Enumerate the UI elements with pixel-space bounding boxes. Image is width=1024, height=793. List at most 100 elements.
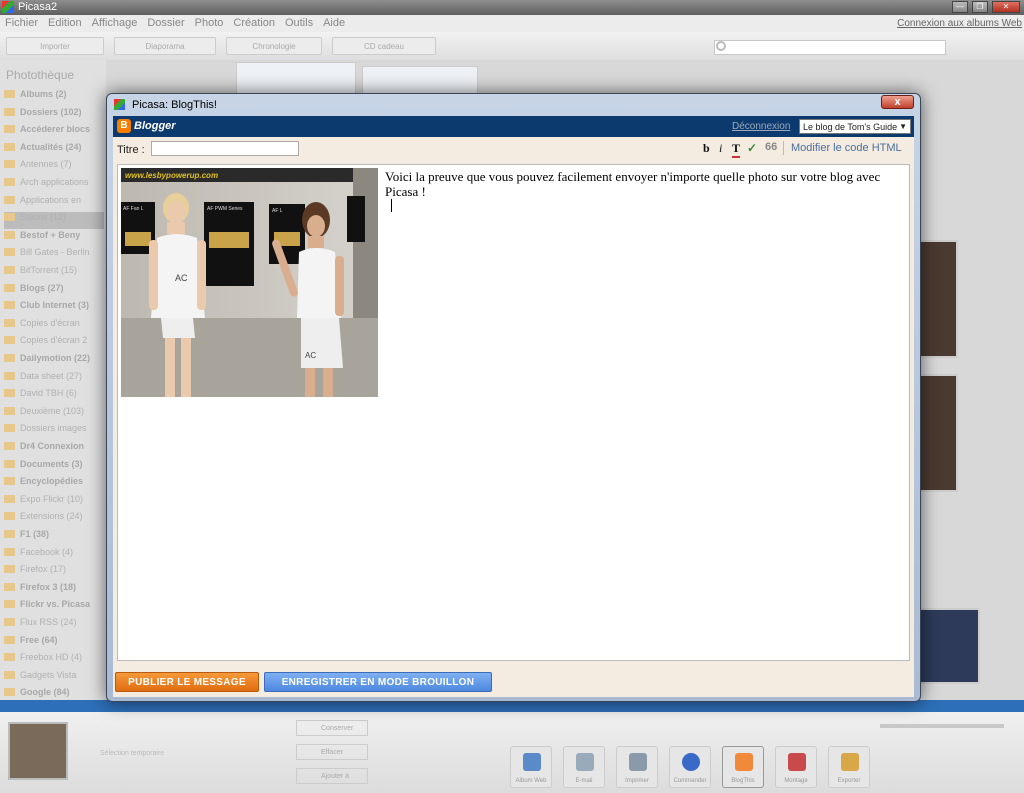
menu-aide[interactable]: Aide (318, 15, 350, 29)
inserted-photo[interactable]: AF Fan L AF PWM Series AF L AC AC www.le… (121, 168, 378, 397)
export-button[interactable]: Exporter (828, 746, 870, 788)
text-color-icon[interactable]: T (732, 141, 741, 158)
menu-edition[interactable]: Edition (43, 15, 87, 29)
maximize-icon[interactable]: ❐ (972, 1, 988, 13)
sidebar-folder-item[interactable]: Actualités (24) (4, 142, 104, 159)
timeline-button[interactable]: Chronologie (226, 37, 322, 55)
sidebar-folder-label: Expo Flickr (10) (20, 493, 84, 504)
sidebar-folder-item[interactable]: Bill Gates - Berlin (4, 247, 104, 264)
folder-icon (4, 195, 15, 204)
folder-icon (4, 688, 15, 697)
post-body-text[interactable]: Voici la preuve que vous pouvez facileme… (385, 169, 905, 199)
blog-select[interactable]: Le blog de Tom's Guide ▼ (799, 119, 911, 134)
print-button[interactable]: Imprimer (616, 746, 658, 788)
spellcheck-icon[interactable]: ✓ (747, 141, 757, 155)
sidebar-folder-item[interactable]: Freebox HD (4) (4, 652, 104, 669)
save-draft-button[interactable]: ENREGISTRER EN MODE BROUILLON (264, 672, 492, 692)
publish-button[interactable]: PUBLIER LE MESSAGE (115, 672, 259, 692)
sidebar-folder-item[interactable]: Club Internet (3) (4, 300, 104, 317)
sidebar-folder-item[interactable]: Dossiers (102) (4, 107, 104, 124)
menu-fichier[interactable]: Fichier (0, 15, 43, 29)
photo-sign: AF PWM Series (207, 206, 243, 212)
sidebar-folder-item[interactable]: Dr4 Connexion (4, 441, 104, 458)
sidebar-folder-item[interactable]: Expo Flickr (10) (4, 494, 104, 511)
sidebar-folder-item[interactable]: BitTorrent (15) (4, 265, 104, 282)
blogger-header: B Blogger Déconnexion Le blog de Tom's G… (113, 116, 914, 137)
title-label: Titre : (117, 144, 145, 156)
photo-image: AF Fan L AF PWM Series AF L AC AC www.le… (121, 168, 378, 397)
sidebar-folder-item[interactable]: Firefox (17) (4, 564, 104, 581)
email-button[interactable]: E-mail (563, 746, 605, 788)
tray-thumbnail[interactable] (8, 722, 68, 780)
sidebar-folder-item[interactable]: Encyclopédies (4, 476, 104, 493)
sidebar-folder-item[interactable]: Extensions (24) (4, 511, 104, 528)
sidebar-folder-item[interactable]: Arch applications (4, 177, 104, 194)
sidebar-folder-item[interactable]: Free (64) (4, 635, 104, 652)
keep-button[interactable]: Conserver (296, 720, 368, 736)
clear-button[interactable]: Effacer (296, 744, 368, 760)
search-input[interactable] (714, 40, 946, 55)
post-editor[interactable]: AF Fan L AF PWM Series AF L AC AC www.le… (117, 164, 910, 661)
logout-link[interactable]: Déconnexion (732, 121, 790, 132)
bold-icon[interactable]: b (703, 141, 710, 156)
edit-html-link[interactable]: Modifier le code HTML (791, 142, 902, 154)
minimize-icon[interactable]: — (952, 1, 968, 13)
sidebar-folder-label: Facebook (4) (20, 546, 74, 557)
sidebar-folder-item[interactable]: Salons (12) (4, 212, 104, 230)
sidebar-folder-item[interactable]: Albums (2) (4, 89, 104, 106)
menu-outils[interactable]: Outils (280, 15, 318, 29)
sidebar-folder-item[interactable]: Copies d'écran 2 (4, 335, 104, 352)
zoom-slider[interactable] (880, 724, 1004, 728)
folder-icon (4, 653, 15, 662)
folder-icon (4, 336, 15, 345)
sidebar-folder-item[interactable]: Accéderer blocs (4, 124, 104, 141)
menu-photo[interactable]: Photo (190, 15, 229, 29)
folder-icon (4, 125, 15, 134)
sidebar-folder-label: Antennes (7) (20, 159, 72, 170)
app-title: Picasa2 (18, 1, 58, 13)
blogthis-button[interactable]: BlogThis (722, 746, 764, 788)
sidebar-folder-item[interactable]: Blogs (27) (4, 283, 104, 300)
close-icon[interactable]: ✕ (992, 1, 1020, 13)
sidebar-folder-item[interactable]: Flux RSS (24) (4, 617, 104, 634)
sidebar-folder-item[interactable]: David TBH (6) (4, 388, 104, 405)
italic-icon[interactable]: i (719, 141, 722, 156)
sidebar-folder-item[interactable]: Firefox 3 (18) (4, 582, 104, 599)
tray-selection-label: Sélection temporaire (100, 750, 165, 757)
sidebar-folder-label: Accéderer blocs (20, 124, 91, 135)
sidebar-folder-item[interactable]: Google (84) (4, 687, 104, 700)
sidebar-folder-item[interactable]: Dailymotion (22) (4, 353, 104, 370)
blockquote-icon[interactable]: 66 (765, 141, 777, 153)
menu-affichage[interactable]: Affichage (87, 15, 143, 29)
dialog-close-button[interactable]: x (881, 95, 914, 109)
sidebar-folder-item[interactable]: Dossiers images (4, 423, 104, 440)
sidebar-folder-label: Bestof + Beny (20, 229, 81, 240)
gift-cd-button[interactable]: CD cadeau (332, 37, 436, 55)
sidebar-folder-item[interactable]: Copies d'écran (4, 318, 104, 335)
sidebar-folder-item[interactable]: Antennes (7) (4, 159, 104, 176)
slideshow-button[interactable]: Diaporama (114, 37, 216, 55)
web-album-button[interactable]: Album Web (510, 746, 552, 788)
sidebar-folder-item[interactable]: Bestof + Beny (4, 230, 104, 247)
menu-dossier[interactable]: Dossier (142, 15, 189, 29)
sidebar-folder-item[interactable]: Applications en (4, 195, 104, 212)
sidebar-folder-item[interactable]: Data sheet (27) (4, 371, 104, 388)
sidebar-folder-label: Firefox 3 (18) (20, 581, 77, 592)
title-input[interactable] (151, 141, 299, 156)
sidebar-folder-item[interactable]: Facebook (4) (4, 547, 104, 564)
add-to-button[interactable]: Ajouter à (296, 768, 368, 784)
folder-icon (4, 600, 15, 609)
folder-icon (4, 670, 15, 679)
sidebar-folder-label: Club Internet (3) (20, 300, 89, 311)
import-button[interactable]: Importer (6, 37, 104, 55)
sidebar-folder-item[interactable]: Documents (3) (4, 459, 104, 476)
web-albums-link[interactable]: Connexion aux albums Web (897, 18, 1022, 29)
menu-creation[interactable]: Création (228, 15, 280, 29)
sidebar-folder-item[interactable]: Gadgets Vista (4, 670, 104, 687)
sidebar-folder-item[interactable]: Flickr vs. Picasa (4, 599, 104, 616)
collage-button[interactable]: Montage (775, 746, 817, 788)
sidebar-folder-item[interactable]: F1 (38) (4, 529, 104, 546)
sidebar-folder-item[interactable]: Deuxième (103) (4, 406, 104, 423)
sidebar-folder-label: Blogs (27) (20, 282, 64, 293)
order-button[interactable]: Commander (669, 746, 711, 788)
